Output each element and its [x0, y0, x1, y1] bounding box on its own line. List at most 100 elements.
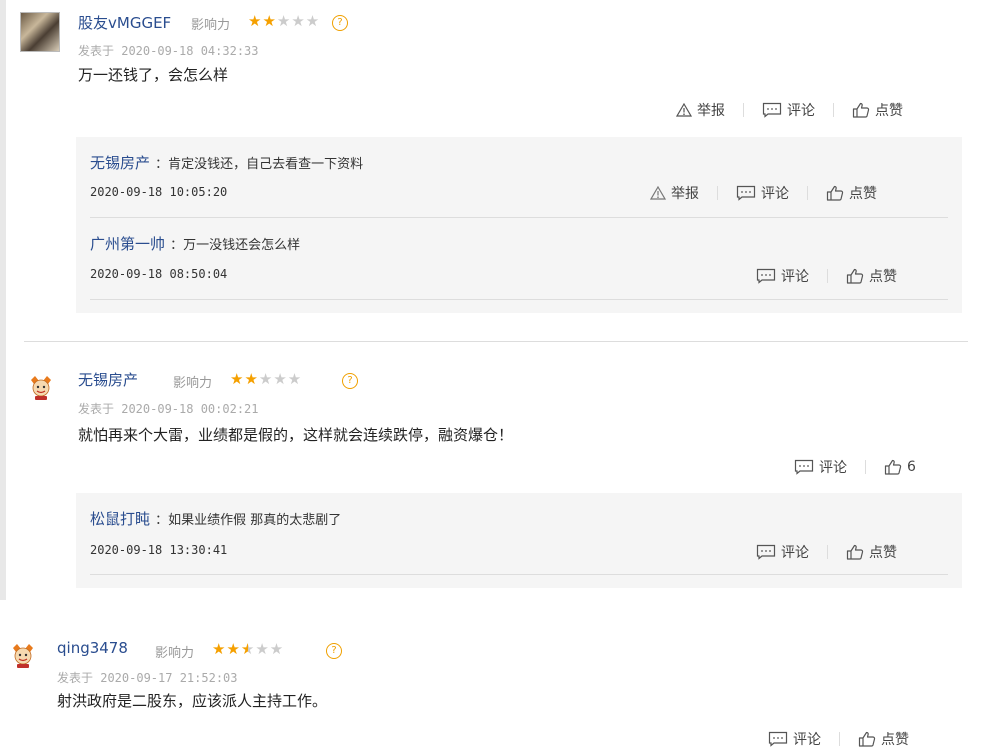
thumbs-up-icon: [826, 185, 844, 201]
influence-label: 影响力: [155, 646, 195, 661]
like-label: 点赞: [849, 186, 877, 202]
reply-divider: [90, 217, 948, 218]
report-label: 举报: [697, 103, 725, 119]
comment-button[interactable]: 评论: [794, 457, 847, 477]
comment-button[interactable]: 评论: [768, 729, 821, 749]
thumbs-up-icon: [858, 731, 876, 747]
divider: [717, 186, 718, 200]
divider: [833, 103, 834, 117]
post-actions: 评论 点赞: [768, 729, 909, 749]
reply-time: 2020-09-18 13:30:41: [90, 543, 228, 557]
like-label: 点赞: [875, 103, 903, 119]
speech-bubble-icon: [794, 459, 814, 475]
left-border: [0, 0, 6, 600]
like-button[interactable]: 点赞: [852, 100, 903, 120]
comment-label: 评论: [819, 460, 847, 476]
influence-label: 影响力: [191, 18, 231, 33]
reply-text: ：万一没钱还会怎么样: [170, 238, 301, 253]
post-time: 发表于 2020-09-17 21:52:03: [57, 671, 238, 685]
reply-divider: [90, 299, 948, 300]
reply-actions: 评论 点赞: [756, 542, 897, 562]
star-empty-icon: ★★★: [258, 370, 303, 388]
thumbs-up-icon: [884, 459, 902, 475]
report-button[interactable]: 举报: [676, 100, 725, 120]
divider: [827, 269, 828, 283]
reply-actions: 评论 点赞: [756, 266, 897, 286]
comment-label: 评论: [787, 103, 815, 119]
influence-stars: ★★★★★: [230, 370, 302, 388]
user-avatar[interactable]: [10, 643, 36, 669]
like-button[interactable]: 6: [884, 459, 916, 475]
comment-button[interactable]: 评论: [736, 183, 789, 203]
speech-bubble-icon: [756, 268, 776, 284]
star-icon: ★★: [212, 640, 241, 658]
divider: [827, 545, 828, 559]
post-actions: 评论 6: [794, 457, 916, 477]
username[interactable]: 无锡房产: [78, 369, 138, 390]
comment-button[interactable]: 评论: [762, 100, 815, 120]
username[interactable]: qing3478: [57, 639, 128, 657]
influence-stars: ★★★★★: [212, 640, 284, 658]
reply-actions: 举报 评论 点赞: [650, 183, 877, 203]
star-empty-icon: ★★★: [276, 12, 321, 30]
comment-button[interactable]: 评论: [756, 542, 809, 562]
post-time: 发表于 2020-09-18 04:32:33: [78, 44, 259, 58]
user-avatar[interactable]: [20, 12, 60, 52]
reply-username[interactable]: 松鼠打盹: [90, 510, 150, 528]
report-button[interactable]: 举报: [650, 183, 699, 203]
divider: [865, 460, 866, 474]
reply: 广州第一帅 ：万一没钱还会怎么样: [90, 233, 300, 254]
like-button[interactable]: 点赞: [826, 183, 877, 203]
question-circle-icon[interactable]: ?: [332, 15, 348, 31]
comment-button[interactable]: 评论: [756, 266, 809, 286]
divider: [743, 103, 744, 117]
comment-label: 评论: [793, 732, 821, 748]
question-circle-icon[interactable]: ?: [326, 643, 342, 659]
question-circle-icon[interactable]: ?: [342, 373, 358, 389]
username[interactable]: 股友vMGGEF: [78, 12, 171, 33]
speech-bubble-icon: [756, 544, 776, 560]
like-label: 点赞: [869, 545, 897, 561]
comment-label: 评论: [781, 269, 809, 285]
divider: [807, 186, 808, 200]
comment-label: 评论: [781, 545, 809, 561]
post-content: 就怕再来个大雷，业绩都是假的，这样就会连续跌停，融资爆仓！: [78, 426, 514, 444]
star-icon: ★★: [248, 12, 277, 30]
speech-bubble-icon: [736, 185, 756, 201]
reply-username[interactable]: 广州第一帅: [90, 235, 165, 253]
reply-time: 2020-09-18 10:05:20: [90, 185, 228, 199]
report-label: 举报: [671, 186, 699, 202]
influence-label: 影响力: [173, 376, 213, 391]
influence-stars: ★★★★★: [248, 12, 320, 30]
like-button[interactable]: 点赞: [858, 729, 909, 749]
star-half-icon: ★: [240, 640, 256, 658]
reply-username[interactable]: 无锡房产: [90, 154, 150, 172]
like-label: 点赞: [869, 269, 897, 285]
post-content: 万一还钱了，会怎么样: [78, 66, 229, 84]
star-icon: ★★: [230, 370, 259, 388]
post-divider: [24, 341, 968, 342]
warning-triangle-icon: [676, 103, 692, 117]
reply: 无锡房产 ：肯定没钱还，自己去看查一下资料: [90, 152, 363, 173]
comment-label: 评论: [761, 186, 789, 202]
star-empty-icon: ★★: [255, 640, 285, 658]
divider: [839, 732, 840, 746]
like-button[interactable]: 点赞: [846, 266, 897, 286]
reply-divider: [90, 574, 948, 575]
speech-bubble-icon: [762, 102, 782, 118]
reply-text: ：肯定没钱还，自己去看查一下资料: [155, 157, 364, 172]
like-label: 点赞: [881, 732, 909, 748]
reply-time: 2020-09-18 08:50:04: [90, 267, 228, 281]
thumbs-up-icon: [846, 268, 864, 284]
warning-triangle-icon: [650, 186, 666, 200]
like-button[interactable]: 点赞: [846, 542, 897, 562]
user-avatar[interactable]: [28, 375, 54, 401]
post-time: 发表于 2020-09-18 00:02:21: [78, 402, 259, 416]
reply-box: 松鼠打盹 ：如果业绩作假 那真的太悲剧了 2020-09-18 13:30:41…: [76, 493, 962, 588]
post-content: 射洪政府是二股东，应该派人主持工作。: [57, 692, 328, 710]
post-actions: 举报 评论 点赞: [676, 100, 903, 120]
like-count: 6: [907, 459, 916, 475]
speech-bubble-icon: [768, 731, 788, 747]
reply: 松鼠打盹 ：如果业绩作假 那真的太悲剧了: [90, 508, 341, 529]
reply-box: 无锡房产 ：肯定没钱还，自己去看查一下资料 2020-09-18 10:05:2…: [76, 137, 962, 313]
